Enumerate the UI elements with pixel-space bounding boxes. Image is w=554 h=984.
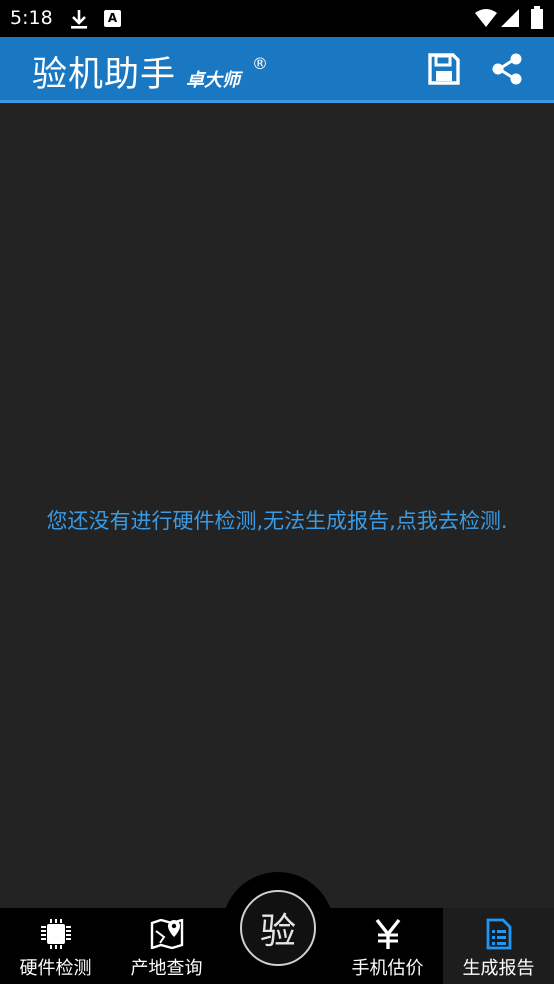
nav-item-phone-valuation[interactable]: 手机估价 xyxy=(332,908,443,984)
share-button[interactable] xyxy=(487,49,527,89)
notification-a-icon: A xyxy=(104,10,121,27)
nav-item-generate-report[interactable]: 生成报告 xyxy=(443,908,554,984)
battery-icon xyxy=(530,6,544,34)
nav-label-hardware-check: 硬件检测 xyxy=(19,958,92,979)
chip-icon xyxy=(39,917,73,951)
inspect-center-label: 验 xyxy=(259,911,296,952)
nav-item-hardware-check[interactable]: 硬件检测 xyxy=(0,908,111,984)
save-icon xyxy=(428,53,460,85)
app-subtitle: 卓大师 xyxy=(186,70,240,91)
nav-label-generate-report: 生成报告 xyxy=(462,958,535,979)
inspect-center-ring: 验 xyxy=(240,890,316,966)
empty-report-message[interactable]: 您还没有进行硬件检测,无法生成报告,点我去检测. xyxy=(40,507,514,535)
app-root: 5:18 A 验机助手 卓大师 ® 您还没有进行硬件检测,无法生成报告,点我去检… xyxy=(0,0,554,984)
registered-mark: ® xyxy=(252,54,268,73)
inspect-center-button[interactable]: 验 xyxy=(222,872,334,984)
nav-item-origin-query[interactable]: 产地查询 xyxy=(111,908,222,984)
yen-icon xyxy=(373,917,403,951)
save-button[interactable] xyxy=(424,49,464,89)
share-icon xyxy=(492,53,522,85)
map-pin-icon xyxy=(150,917,184,951)
wifi-icon xyxy=(474,7,498,33)
app-bar: 验机助手 卓大师 ® xyxy=(0,37,554,103)
nav-label-phone-valuation: 手机估价 xyxy=(351,958,424,979)
status-bar: 5:18 A xyxy=(0,0,554,37)
status-time: 5:18 xyxy=(10,7,53,29)
nav-label-origin-query: 产地查询 xyxy=(130,958,203,979)
app-title: 验机助手 xyxy=(32,55,177,95)
download-icon xyxy=(68,8,90,34)
signal-icon xyxy=(500,7,520,33)
report-content-area: 您还没有进行硬件检测,无法生成报告,点我去检测. xyxy=(0,103,554,908)
report-icon xyxy=(486,917,512,951)
